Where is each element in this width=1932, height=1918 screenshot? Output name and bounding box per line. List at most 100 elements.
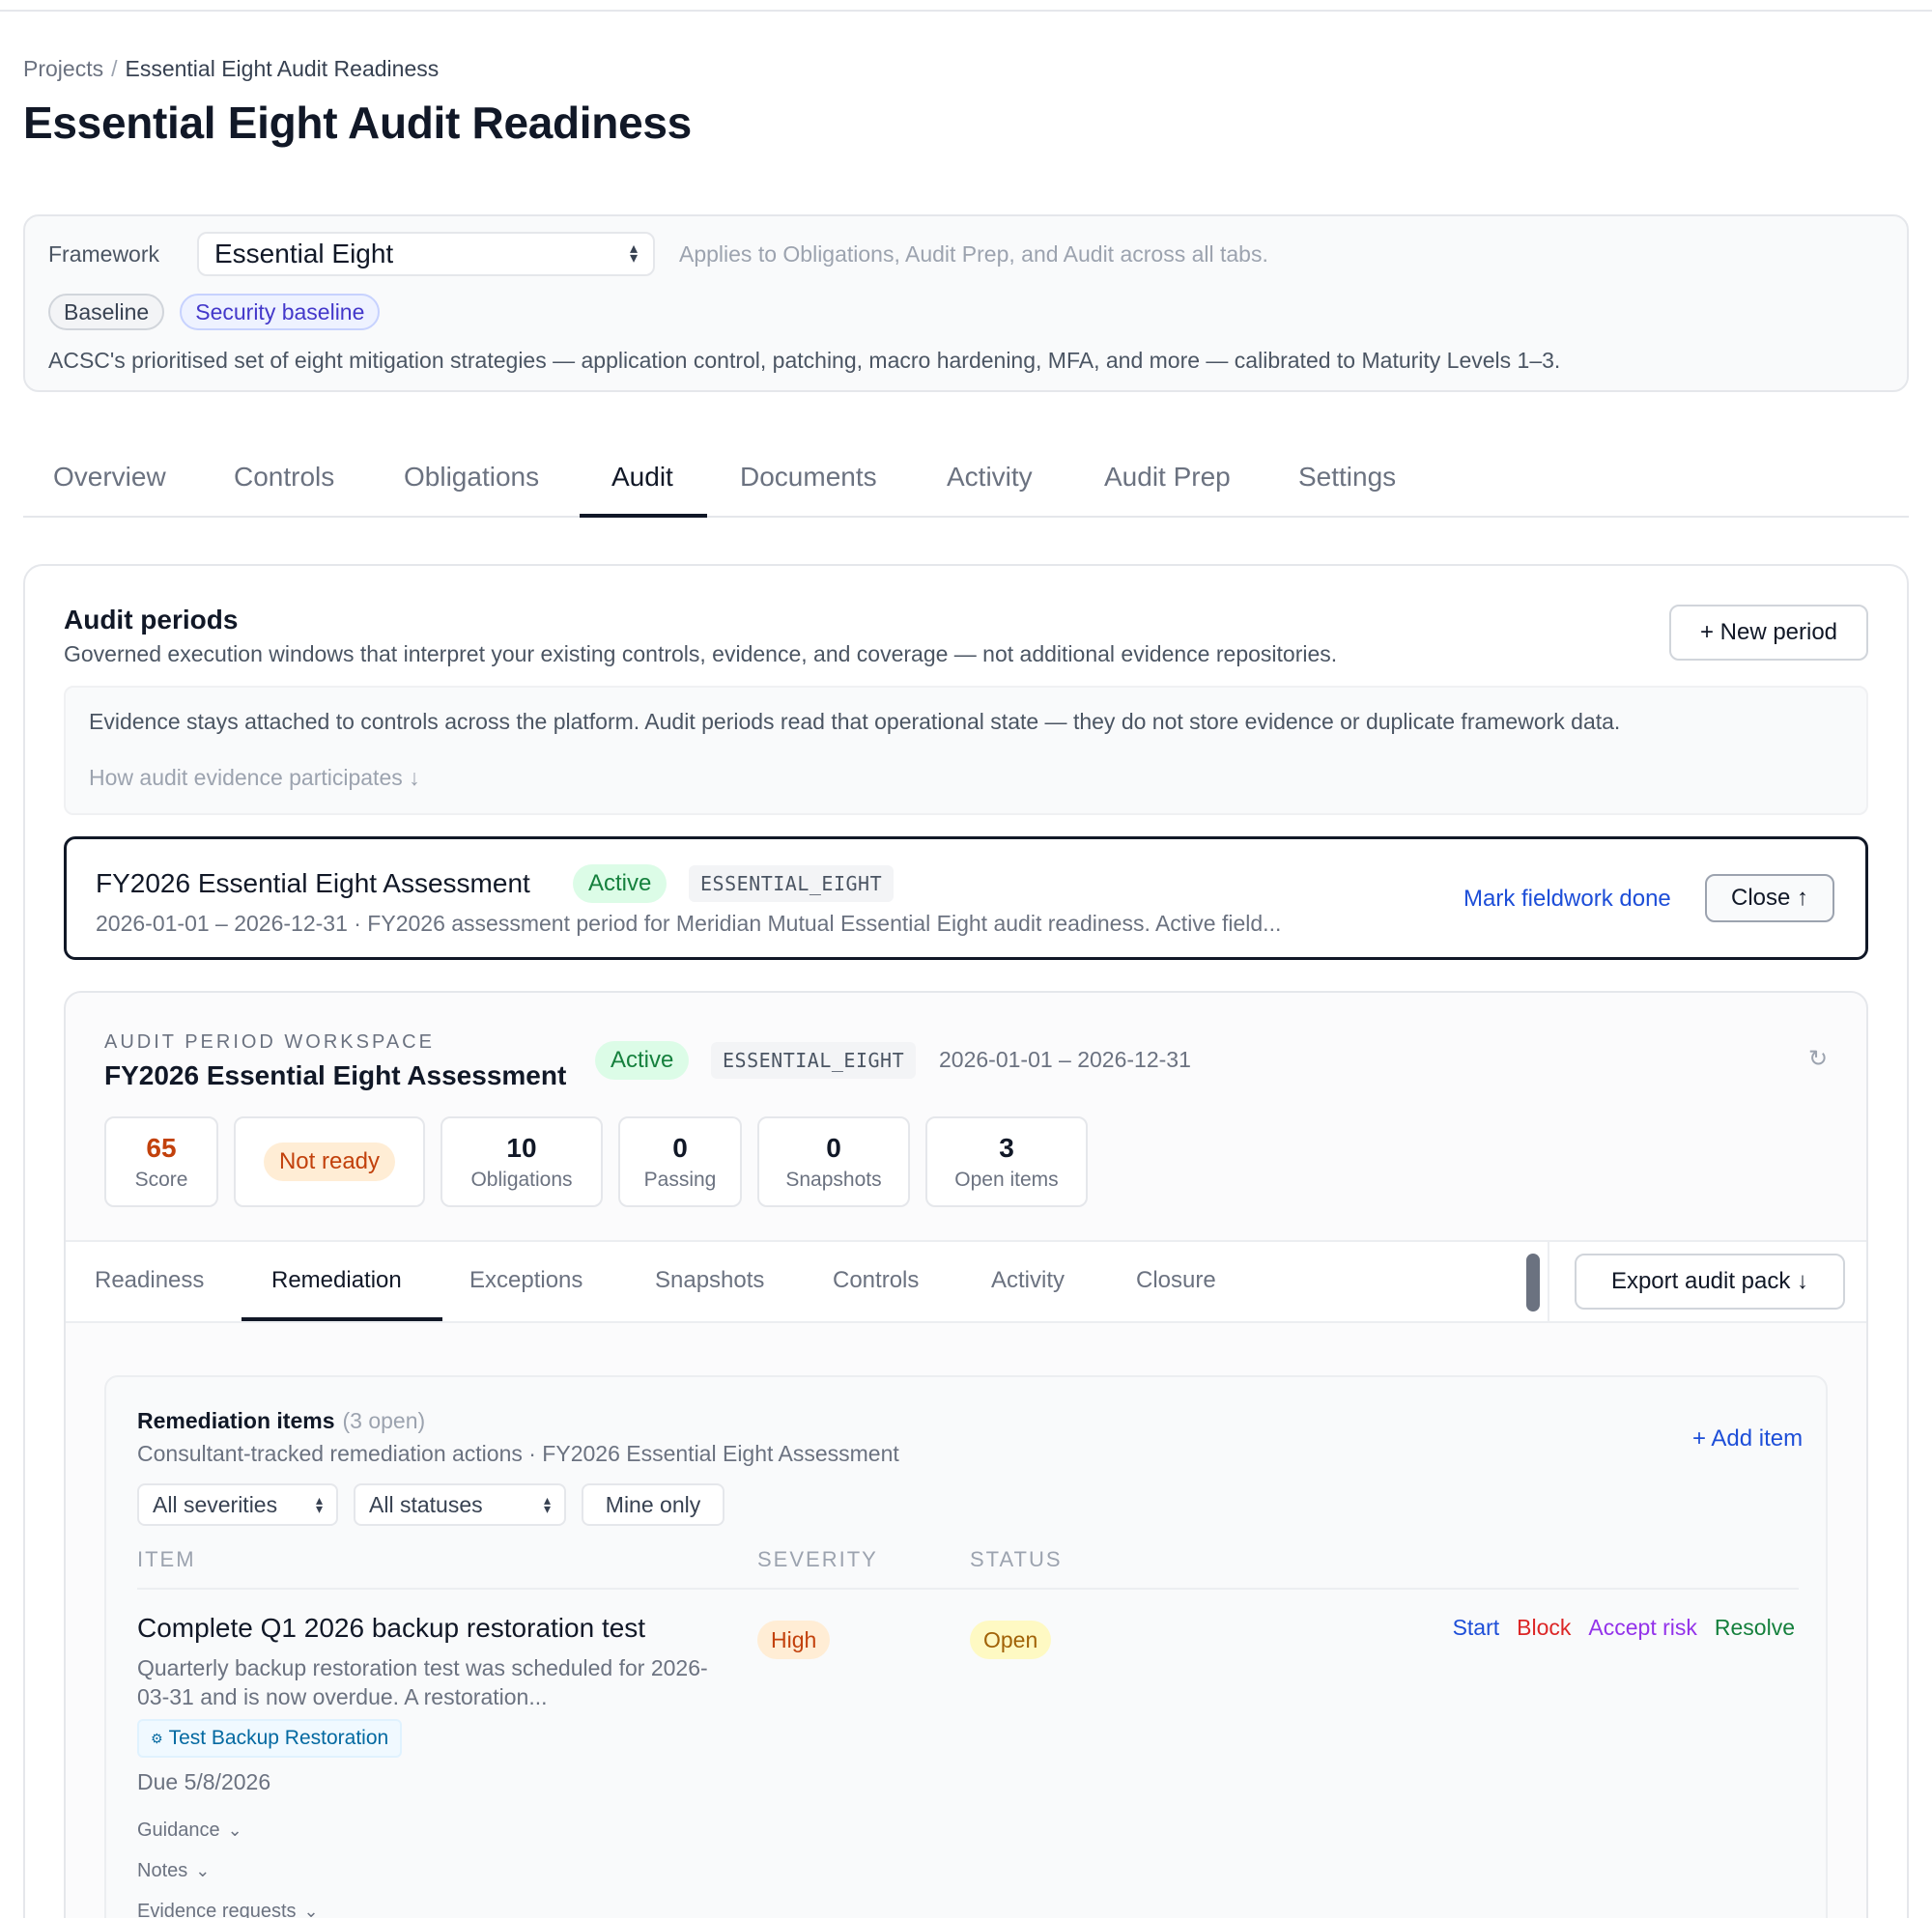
add-item-link[interactable]: + Add item [1692,1425,1803,1453]
page-title: Essential Eight Audit Readiness [23,98,692,148]
workspace-tabs: Readiness Remediation Exceptions Snapsho… [66,1240,1866,1323]
period-status-badge: Active [573,864,668,903]
item-actions: Start Block Accept risk Resolve [1453,1615,1795,1641]
tabs-scrollbar-thumb[interactable] [1526,1254,1540,1312]
period-title: FY2026 Essential Eight Assessment [96,868,530,898]
status-filter-value: All statuses [369,1491,483,1517]
item-title[interactable]: Complete Q1 2026 backup restoration test [137,1613,645,1644]
framework-hint: Applies to Obligations, Audit Prep, and … [679,241,1268,267]
stat-obligations-label: Obligations [470,1169,573,1191]
mark-fieldwork-done-link[interactable]: Mark fieldwork done [1463,886,1671,913]
framework-label: Framework [48,241,160,267]
baseline-badge: Baseline [48,294,165,330]
period-framework-code: ESSENTIAL_EIGHT [689,865,895,902]
tab-activity[interactable]: Activity [947,462,1033,493]
audit-periods-title: Audit periods [64,605,239,635]
block-action[interactable]: Block [1517,1615,1571,1641]
stat-snapshots-value: 0 [826,1133,841,1163]
item-description: Quarterly backup restoration test was sc… [137,1655,708,1709]
accept-risk-action[interactable]: Accept risk [1588,1615,1696,1641]
subtab-closure[interactable]: Closure [1136,1267,1216,1294]
severity-filter-value: All severities [153,1491,278,1517]
item-due-date: Due 5/8/2026 [137,1769,271,1794]
notes-expander[interactable]: Notes ⌄ [137,1860,210,1882]
project-tabs: Overview Controls Obligations Audit Docu… [23,448,1909,518]
severity-badge: High [757,1621,831,1659]
audit-periods-card: Audit periods Governed execution windows… [23,564,1909,1918]
mine-only-label: Mine only [605,1491,701,1517]
remediation-title: Remediation items (3 open) [137,1408,425,1434]
stat-passing: 0 Passing [618,1116,742,1207]
stat-passing-label: Passing [643,1169,717,1191]
tab-controls[interactable]: Controls [234,462,334,493]
subtab-exceptions[interactable]: Exceptions [469,1267,582,1294]
evidence-info-box: Evidence stays attached to controls acro… [64,686,1868,815]
breadcrumb-current: Essential Eight Audit Readiness [125,56,440,81]
top-divider [0,10,1932,12]
tab-overview[interactable]: Overview [53,462,166,493]
remediation-card: Remediation items (3 open) Consultant-tra… [104,1375,1828,1918]
stat-score-label: Score [134,1169,188,1191]
linked-control-label: Test Backup Restoration [168,1727,389,1749]
workspace-status-badge: Active [595,1041,690,1080]
mine-only-toggle[interactable]: Mine only [582,1483,724,1526]
column-header-item: ITEM [137,1547,196,1571]
control-gear-icon: ⚙ [151,1730,163,1746]
column-header-status: STATUS [970,1547,1063,1571]
tab-audit-prep[interactable]: Audit Prep [1104,462,1231,493]
stat-score-value: 65 [146,1133,177,1163]
breadcrumb: Projects / Essential Eight Audit Readiness [23,56,439,82]
remediation-filters: All severities ▴ ▾ All statuses ▴ ▾ Mine o… [137,1483,724,1526]
period-row-selected[interactable]: FY2026 Essential Eight Assessment Active… [64,836,1868,960]
linked-control-chip[interactable]: ⚙ Test Backup Restoration [137,1719,403,1758]
subtab-readiness[interactable]: Readiness [95,1267,204,1294]
workspace-title: FY2026 Essential Eight Assessment [104,1060,567,1090]
guidance-expander[interactable]: Guidance ⌄ [137,1819,242,1842]
tab-settings[interactable]: Settings [1298,462,1396,493]
guidance-label: Guidance [137,1819,220,1841]
framework-select[interactable]: Essential Eight ▴ ▾ [197,232,655,276]
stat-open-items-label: Open items [954,1169,1059,1191]
refresh-icon[interactable]: ↻ [1808,1045,1828,1073]
start-action[interactable]: Start [1453,1615,1500,1641]
audit-period-workspace: AUDIT PERIOD WORKSPACE FY2026 Essential … [64,991,1868,1918]
resolve-action[interactable]: Resolve [1715,1615,1795,1641]
breadcrumb-separator: / [111,56,118,81]
security-baseline-badge: Security baseline [180,294,381,330]
remediation-open-count: (3 open) [342,1408,426,1433]
evidence-info-link[interactable]: How audit evidence participates ↓ [89,765,420,791]
select-chevron-icon: ▴ ▾ [543,1492,551,1516]
select-chevron-icon: ▴ ▾ [315,1492,323,1516]
tab-obligations[interactable]: Obligations [404,462,539,493]
status-badge: Open [970,1621,1052,1659]
tab-documents[interactable]: Documents [740,462,877,493]
subtab-remediation[interactable]: Remediation [271,1267,402,1294]
select-chevron-icon: ▴ ▾ [629,240,638,267]
new-period-button[interactable]: + New period [1669,605,1868,661]
evidence-requests-label: Evidence requests [137,1901,297,1918]
close-period-button[interactable]: Close ↑ [1705,874,1834,922]
framework-card: Framework Essential Eight ▴ ▾ Applies to … [23,214,1909,392]
subtab-controls[interactable]: Controls [833,1267,919,1294]
workspace-stats: 65 Score Not ready 10 Obligations 0 Pass… [104,1116,1088,1207]
workspace-kicker: AUDIT PERIOD WORKSPACE [104,1031,435,1053]
evidence-info-text: Evidence stays attached to controls acro… [89,709,1621,734]
chevron-down-icon: ⌄ [195,1861,211,1880]
subtab-snapshots[interactable]: Snapshots [655,1267,764,1294]
workspace-framework-code: ESSENTIAL_EIGHT [711,1042,917,1079]
breadcrumb-projects-link[interactable]: Projects [23,56,103,81]
workspace-dates: 2026-01-01 – 2026-12-31 [939,1047,1191,1072]
stat-open-items-value: 3 [999,1133,1014,1163]
severity-filter[interactable]: All severities ▴ ▾ [137,1483,338,1526]
readiness-badge: Not ready [263,1142,396,1181]
notes-label: Notes [137,1860,188,1881]
evidence-requests-expander[interactable]: Evidence requests ⌄ [137,1901,319,1918]
tab-audit[interactable]: Audit [611,462,673,493]
export-audit-pack-button[interactable]: Export audit pack ↓ [1575,1254,1845,1310]
chevron-down-icon: ⌄ [303,1902,319,1918]
stat-readiness: Not ready [234,1116,425,1207]
active-tab-indicator [580,514,707,518]
status-filter[interactable]: All statuses ▴ ▾ [354,1483,566,1526]
remediation-subtitle: Consultant-tracked remediation actions ·… [137,1441,899,1466]
subtab-activity[interactable]: Activity [991,1267,1065,1294]
